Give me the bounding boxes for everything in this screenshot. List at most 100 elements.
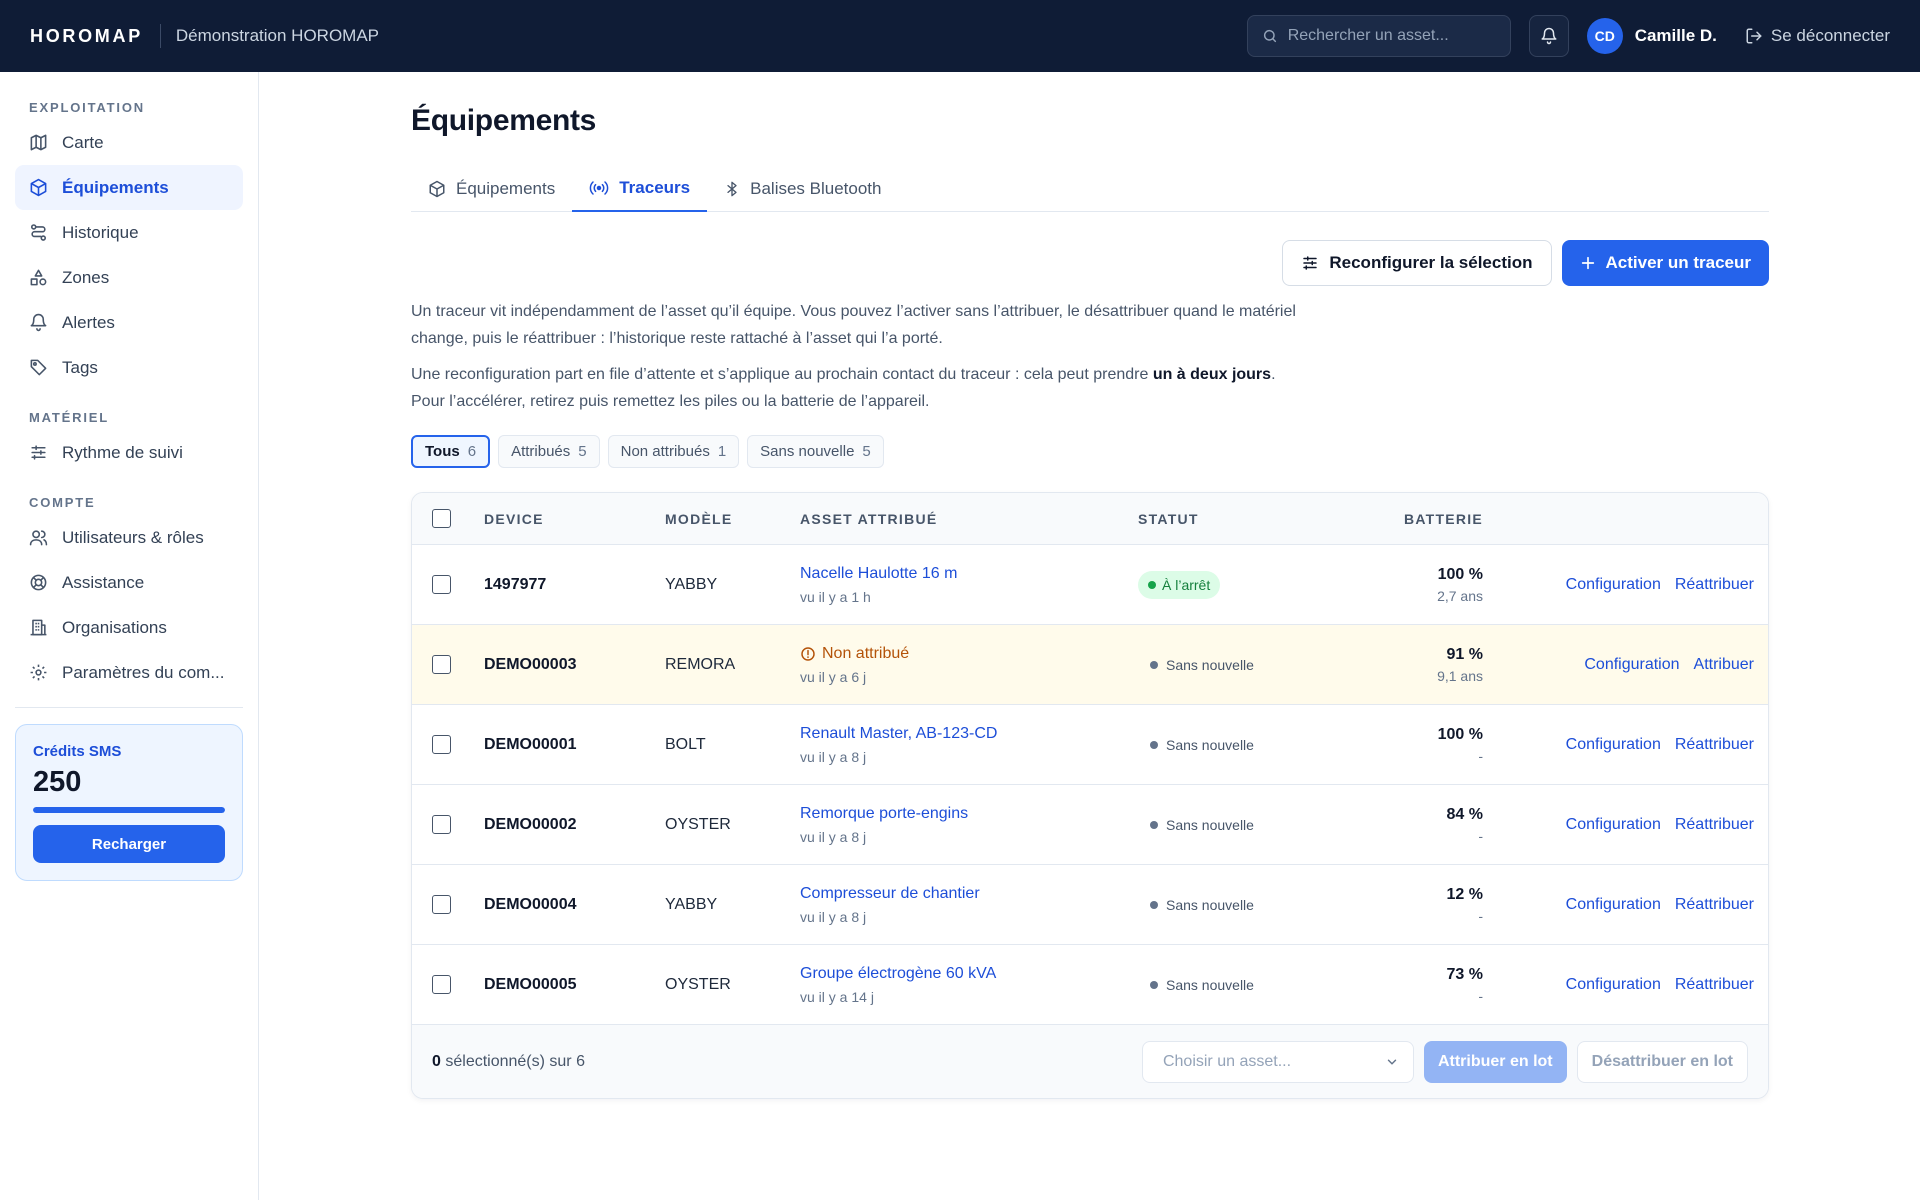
table-row[interactable]: DEMO00001 BOLT Renault Master, AB-123-CD… [412, 704, 1768, 784]
bell-icon [29, 313, 48, 332]
recharge-button[interactable]: Recharger [33, 825, 225, 863]
table-row[interactable]: DEMO00004 YABBY Compresseur de chantier … [412, 864, 1768, 944]
table-row[interactable]: 1497977 YABBY Nacelle Haulotte 16 m vu i… [412, 544, 1768, 624]
table-row[interactable]: DEMO00003 REMORA Non attribué vu il y a … [412, 624, 1768, 704]
reconfigure-label: Reconfigurer la sélection [1329, 253, 1533, 272]
status-label: Sans nouvelle [1166, 656, 1254, 673]
sidebar-item-assistance[interactable]: Assistance [15, 560, 243, 605]
sidebar-item-label: Organisations [62, 617, 167, 637]
sms-credits-bar [33, 807, 225, 813]
column-header-battery[interactable]: BATTERIE [1404, 511, 1483, 527]
table-footer: 0 sélectionné(s) sur 6 Choisir un asset.… [412, 1024, 1768, 1098]
filter-chip-tous[interactable]: Tous 6 [411, 435, 491, 468]
sidebar-item-parametres[interactable]: Paramètres du com... [15, 650, 243, 695]
row-checkbox[interactable] [432, 975, 451, 994]
status-label: À l’arrêt [1162, 576, 1211, 593]
tab-traceurs[interactable]: Traceurs [572, 166, 708, 212]
row-checkbox[interactable] [432, 655, 451, 674]
column-header-device[interactable]: DEVICE [484, 511, 544, 527]
sidebar-item-label: Tags [62, 357, 98, 377]
search-icon [1262, 28, 1278, 44]
sidebar-item-equipements[interactable]: Équipements [15, 165, 243, 210]
configuration-link[interactable]: Configuration [1566, 736, 1661, 754]
device-id: DEMO00005 [484, 975, 577, 993]
bulk-unassign-button[interactable]: Désattribuer en lot [1576, 1040, 1748, 1083]
status-badge: Sans nouvelle [1138, 817, 1254, 833]
configuration-link[interactable]: Configuration [1584, 656, 1679, 674]
status-label: Sans nouvelle [1166, 736, 1254, 753]
last-seen: vu il y a 8 j [800, 828, 867, 845]
row-checkbox[interactable] [432, 575, 451, 594]
logo[interactable]: HOROMAP [30, 26, 143, 47]
broadcast-icon [589, 179, 609, 197]
select-all-checkbox[interactable] [432, 509, 451, 528]
sidebar-item-zones[interactable]: Zones [15, 255, 243, 300]
bulk-assign-button[interactable]: Attribuer en lot [1423, 1040, 1567, 1083]
reassign-link[interactable]: Réattribuer [1675, 576, 1754, 594]
activate-tracker-button[interactable]: Activer un traceur [1561, 240, 1769, 286]
assigned-asset-link[interactable]: Groupe électrogène 60 kVA [800, 965, 996, 983]
description-text: . [1271, 366, 1276, 383]
configuration-link[interactable]: Configuration [1566, 816, 1661, 834]
column-header-asset[interactable]: ASSET ATTRIBUÉ [800, 511, 937, 527]
row-checkbox[interactable] [432, 815, 451, 834]
row-checkbox[interactable] [432, 735, 451, 754]
user-name[interactable]: Camille D. [1635, 26, 1717, 46]
configuration-link[interactable]: Configuration [1566, 976, 1661, 994]
selected-number: 0 [432, 1052, 441, 1070]
sidebar-item-label: Alertes [62, 312, 115, 332]
column-header-status[interactable]: STATUT [1138, 511, 1199, 527]
logout-label: Se déconnecter [1770, 26, 1890, 45]
assigned-asset-link[interactable]: Compresseur de chantier [800, 885, 980, 903]
reassign-link[interactable]: Réattribuer [1675, 976, 1754, 994]
reassign-link[interactable]: Réattribuer [1675, 896, 1754, 914]
chip-count: 6 [467, 443, 477, 460]
tab-equipements[interactable]: Équipements [411, 166, 572, 212]
bell-icon [1540, 27, 1558, 45]
sidebar-item-rythme-de-suivi[interactable]: Rythme de suivi [15, 430, 243, 475]
assigned-asset-link[interactable]: Nacelle Haulotte 16 m [800, 565, 957, 583]
sidebar-item-utilisateurs[interactable]: Utilisateurs & rôles [15, 515, 243, 560]
row-checkbox[interactable] [432, 895, 451, 914]
sidebar-item-alertes[interactable]: Alertes [15, 300, 243, 345]
last-seen: vu il y a 8 j [800, 748, 867, 765]
reconfigure-selection-button[interactable]: Reconfigurer la sélection [1282, 240, 1552, 286]
description-paragraph: Une reconfiguration part en file d’atten… [411, 361, 1331, 415]
logout-button[interactable]: Se déconnecter [1745, 26, 1890, 46]
tab-balises-bluetooth[interactable]: Balises Bluetooth [707, 166, 898, 212]
status-dot [1150, 740, 1158, 749]
configuration-link[interactable]: Configuration [1566, 896, 1661, 914]
sidebar-item-carte[interactable]: Carte [15, 120, 243, 165]
assign-link[interactable]: Attribuer [1694, 656, 1754, 674]
sidebar-item-historique[interactable]: Historique [15, 210, 243, 255]
activate-label: Activer un traceur [1605, 253, 1752, 272]
search-input[interactable]: Rechercher un asset... [1246, 15, 1511, 57]
table-header-row: DEVICE MODÈLE ASSET ATTRIBUÉ STATUT BATT… [412, 493, 1768, 544]
sidebar-item-tags[interactable]: Tags [15, 345, 243, 390]
sidebar-item-label: Paramètres du com... [62, 662, 225, 682]
building-icon [29, 618, 48, 637]
filter-chip-attribues[interactable]: Attribués 5 [498, 435, 600, 468]
sidebar-item-label: Rythme de suivi [62, 442, 183, 462]
device-model: OYSTER [665, 815, 731, 833]
avatar[interactable]: CD [1586, 18, 1623, 54]
assigned-asset-link[interactable]: Remorque porte-engins [800, 805, 968, 823]
sidebar-item-organisations[interactable]: Organisations [15, 605, 243, 650]
status-dot [1148, 580, 1156, 589]
shapes-icon [29, 268, 48, 287]
device-model: BOLT [665, 735, 706, 753]
reassign-link[interactable]: Réattribuer [1675, 816, 1754, 834]
status-dot [1150, 980, 1158, 989]
assigned-asset-link[interactable]: Renault Master, AB-123-CD [800, 725, 997, 743]
table-row[interactable]: DEMO00002 OYSTER Remorque porte-engins v… [412, 784, 1768, 864]
filter-chip-non-attribues[interactable]: Non attribués 1 [607, 435, 740, 468]
asset-select[interactable]: Choisir un asset... [1141, 1040, 1414, 1083]
reassign-link[interactable]: Réattribuer [1675, 736, 1754, 754]
main-content: Équipements Équipements Traceurs Balises… [411, 72, 1769, 1099]
notifications-button[interactable] [1528, 15, 1569, 57]
filter-chip-sans-nouvelle[interactable]: Sans nouvelle 5 [747, 435, 884, 468]
column-header-model[interactable]: MODÈLE [665, 511, 732, 527]
device-model: OYSTER [665, 975, 731, 993]
table-row[interactable]: DEMO00005 OYSTER Groupe électrogène 60 k… [412, 944, 1768, 1024]
configuration-link[interactable]: Configuration [1566, 576, 1661, 594]
